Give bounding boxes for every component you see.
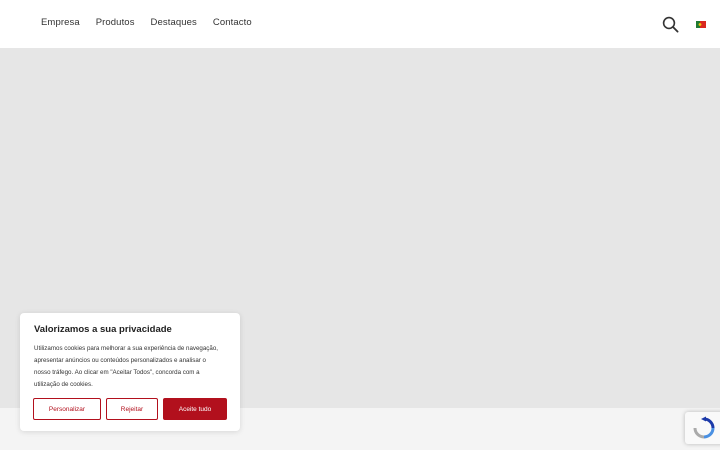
- cookie-title: Valorizamos a sua privacidade: [34, 324, 172, 335]
- nav-item-produtos[interactable]: Produtos: [96, 17, 135, 29]
- customize-button[interactable]: Personalizar: [33, 398, 101, 420]
- portugal-flag-icon[interactable]: [696, 21, 706, 28]
- main-nav: Empresa Produtos Destaques Contacto: [41, 17, 268, 29]
- accept-all-button[interactable]: Aceite tudo: [163, 398, 227, 420]
- site-header: Empresa Produtos Destaques Contacto: [0, 0, 720, 48]
- cookie-description: Utilizamos cookies para melhorar a sua e…: [34, 345, 219, 388]
- nav-item-empresa[interactable]: Empresa: [41, 17, 80, 29]
- recaptcha-badge[interactable]: [685, 412, 720, 444]
- reject-button[interactable]: Rejeitar: [106, 398, 158, 420]
- nav-item-contacto[interactable]: Contacto: [213, 17, 252, 29]
- recaptcha-icon: [693, 416, 715, 439]
- cookie-consent-banner: Valorizamos a sua privacidade Utilizamos…: [20, 313, 240, 431]
- search-icon[interactable]: [662, 16, 679, 33]
- nav-item-destaques[interactable]: Destaques: [151, 17, 197, 29]
